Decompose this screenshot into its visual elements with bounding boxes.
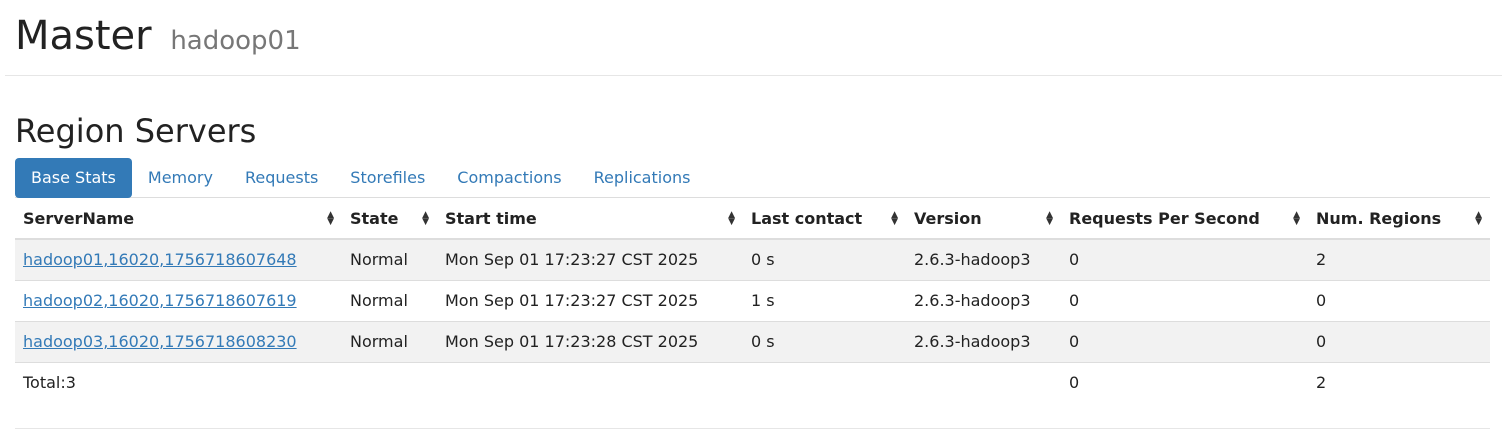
header-divider	[5, 75, 1502, 76]
region-server-tabs: Base Stats Memory Requests Storefiles Co…	[15, 158, 1490, 198]
tab-storefiles[interactable]: Storefiles	[334, 158, 441, 198]
column-header-last-contact[interactable]: Last contact ▲ ▼	[743, 199, 906, 240]
server-name-cell: hadoop03,16020,1756718608230	[15, 320, 342, 362]
column-header-version[interactable]: Version ▲ ▼	[906, 199, 1061, 240]
total-label-cell: Total:3	[15, 361, 342, 403]
last-contact-cell: 0 s	[743, 320, 906, 362]
server-link[interactable]: hadoop03,16020,1756718608230	[23, 332, 297, 351]
column-header-state[interactable]: State ▲ ▼	[342, 199, 437, 240]
empty-cell	[906, 361, 1061, 403]
tab-base-stats[interactable]: Base Stats	[15, 158, 132, 198]
requests-per-second-cell: 0	[1061, 238, 1308, 280]
tab-compactions[interactable]: Compactions	[441, 158, 577, 198]
table-header-row: ServerName ▲ ▼ State ▲ ▼ Start time ▲ ▼ Last c…	[15, 199, 1490, 240]
column-header-requests-per-second[interactable]: Requests Per Second ▲ ▼	[1061, 199, 1308, 240]
sort-both-icon: ▲ ▼	[327, 210, 334, 227]
server-name-cell: hadoop02,16020,1756718607619	[15, 279, 342, 321]
server-link[interactable]: hadoop02,16020,1756718607619	[23, 291, 297, 310]
sort-both-icon: ▲ ▼	[728, 210, 735, 227]
table-row: hadoop02,16020,1756718607619 Normal Mon …	[15, 279, 1490, 321]
sort-both-icon: ▲ ▼	[1475, 210, 1482, 227]
column-header-servername[interactable]: ServerName ▲ ▼	[15, 199, 342, 240]
version-cell: 2.6.3-hadoop3	[906, 279, 1061, 321]
master-title: Master	[15, 13, 152, 59]
total-requests-per-second-cell: 0	[1061, 361, 1308, 403]
tab-requests[interactable]: Requests	[229, 158, 334, 198]
version-cell: 2.6.3-hadoop3	[906, 320, 1061, 362]
start-time-cell: Mon Sep 01 17:23:27 CST 2025	[437, 238, 743, 280]
page-title: Master hadoop01	[15, 10, 1487, 67]
sort-both-icon: ▲ ▼	[1293, 210, 1300, 227]
version-cell: 2.6.3-hadoop3	[906, 238, 1061, 280]
page-header: Master hadoop01	[15, 10, 1487, 74]
empty-cell	[342, 361, 437, 403]
num-regions-cell: 0	[1308, 279, 1490, 321]
empty-cell	[743, 361, 906, 403]
table-row: hadoop01,16020,1756718607648 Normal Mon …	[15, 238, 1490, 280]
requests-per-second-cell: 0	[1061, 320, 1308, 362]
master-hostname: hadoop01	[170, 26, 301, 56]
table-row: hadoop03,16020,1756718608230 Normal Mon …	[15, 320, 1490, 362]
requests-per-second-cell: 0	[1061, 279, 1308, 321]
tab-memory[interactable]: Memory	[132, 158, 229, 198]
table-total-row: Total:3 0 2	[15, 361, 1490, 403]
server-name-cell: hadoop01,16020,1756718607648	[15, 238, 342, 280]
num-regions-cell: 2	[1308, 238, 1490, 280]
total-num-regions-cell: 2	[1308, 361, 1490, 403]
state-cell: Normal	[342, 279, 437, 321]
sort-both-icon: ▲ ▼	[891, 210, 898, 227]
last-contact-cell: 0 s	[743, 238, 906, 280]
section-title: Region Servers	[15, 112, 257, 150]
sort-both-icon: ▲ ▼	[422, 210, 429, 227]
column-header-num-regions[interactable]: Num. Regions ▲ ▼	[1308, 199, 1490, 240]
state-cell: Normal	[342, 238, 437, 280]
empty-cell	[437, 361, 743, 403]
start-time-cell: Mon Sep 01 17:23:27 CST 2025	[437, 279, 743, 321]
start-time-cell: Mon Sep 01 17:23:28 CST 2025	[437, 320, 743, 362]
num-regions-cell: 0	[1308, 320, 1490, 362]
region-servers-table: ServerName ▲ ▼ State ▲ ▼ Start time ▲ ▼ Last c…	[15, 199, 1490, 403]
column-header-start-time[interactable]: Start time ▲ ▼	[437, 199, 743, 240]
sort-both-icon: ▲ ▼	[1046, 210, 1053, 227]
server-link[interactable]: hadoop01,16020,1756718607648	[23, 250, 297, 269]
section-divider	[15, 428, 1490, 429]
state-cell: Normal	[342, 320, 437, 362]
last-contact-cell: 1 s	[743, 279, 906, 321]
tab-replications[interactable]: Replications	[578, 158, 707, 198]
